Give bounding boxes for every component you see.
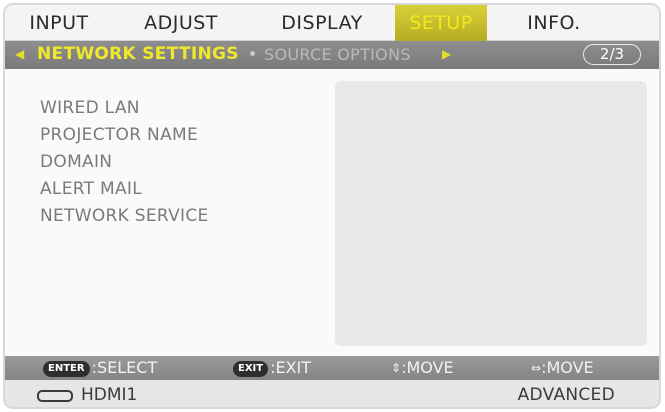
subtab-source-options[interactable]: SOURCE OPTIONS <box>264 45 411 64</box>
menu-mode: ADVANCED <box>517 385 615 405</box>
current-source: HDMI1 <box>81 385 138 405</box>
tab-display[interactable]: DISPLAY <box>272 5 372 41</box>
tab-adjust[interactable]: ADJUST <box>136 5 226 41</box>
help-bar: ENTER:SELECT EXIT:EXIT ⇕:MOVE ⇔:MOVE <box>5 356 659 380</box>
exit-key-badge: EXIT <box>233 361 269 377</box>
hdmi-port-icon <box>37 390 73 402</box>
help-exit: EXIT:EXIT <box>233 358 311 377</box>
subtab-bar: ◀ NETWORK SETTINGS SOURCE OPTIONS ▶ 2/3 <box>5 41 659 69</box>
help-select: ENTER:SELECT <box>43 358 157 377</box>
menu-item-alert-mail[interactable]: ALERT MAIL <box>40 179 142 199</box>
help-select-label: :SELECT <box>91 358 158 377</box>
tab-input[interactable]: INPUT <box>21 5 97 41</box>
status-bar: HDMI1 ADVANCED <box>5 380 659 407</box>
menu-item-domain[interactable]: DOMAIN <box>40 152 112 172</box>
projector-osd-menu: INPUT ADJUST DISPLAY SETUP INFO. ◀ NETWO… <box>3 3 661 409</box>
tab-setup[interactable]: SETUP <box>395 5 487 41</box>
tab-info[interactable]: INFO. <box>521 5 587 41</box>
main-tab-bar: INPUT ADJUST DISPLAY SETUP INFO. <box>5 5 659 41</box>
menu-item-network-service[interactable]: NETWORK SERVICE <box>40 206 209 226</box>
help-exit-label: :EXIT <box>270 358 312 377</box>
menu-item-projector-name[interactable]: PROJECTOR NAME <box>40 125 198 145</box>
up-down-arrow-icon: ⇕ <box>391 361 402 375</box>
enter-key-badge: ENTER <box>43 361 90 377</box>
triangle-right-icon[interactable]: ▶ <box>442 47 451 61</box>
help-move-vertical-label: :MOVE <box>401 358 454 377</box>
left-right-arrow-icon: ⇔ <box>531 361 542 375</box>
help-move-horizontal: ⇔:MOVE <box>531 358 594 377</box>
detail-panel <box>335 81 647 346</box>
page-indicator: 2/3 <box>583 44 641 65</box>
menu-content: WIRED LAN PROJECTOR NAME DOMAIN ALERT MA… <box>5 69 659 356</box>
menu-item-wired-lan[interactable]: WIRED LAN <box>40 98 140 118</box>
subtab-network-settings[interactable]: NETWORK SETTINGS <box>37 44 239 64</box>
help-move-vertical: ⇕:MOVE <box>391 358 454 377</box>
subtab-separator-dot <box>250 51 255 56</box>
triangle-left-icon[interactable]: ◀ <box>15 47 24 61</box>
help-move-horizontal-label: :MOVE <box>541 358 594 377</box>
